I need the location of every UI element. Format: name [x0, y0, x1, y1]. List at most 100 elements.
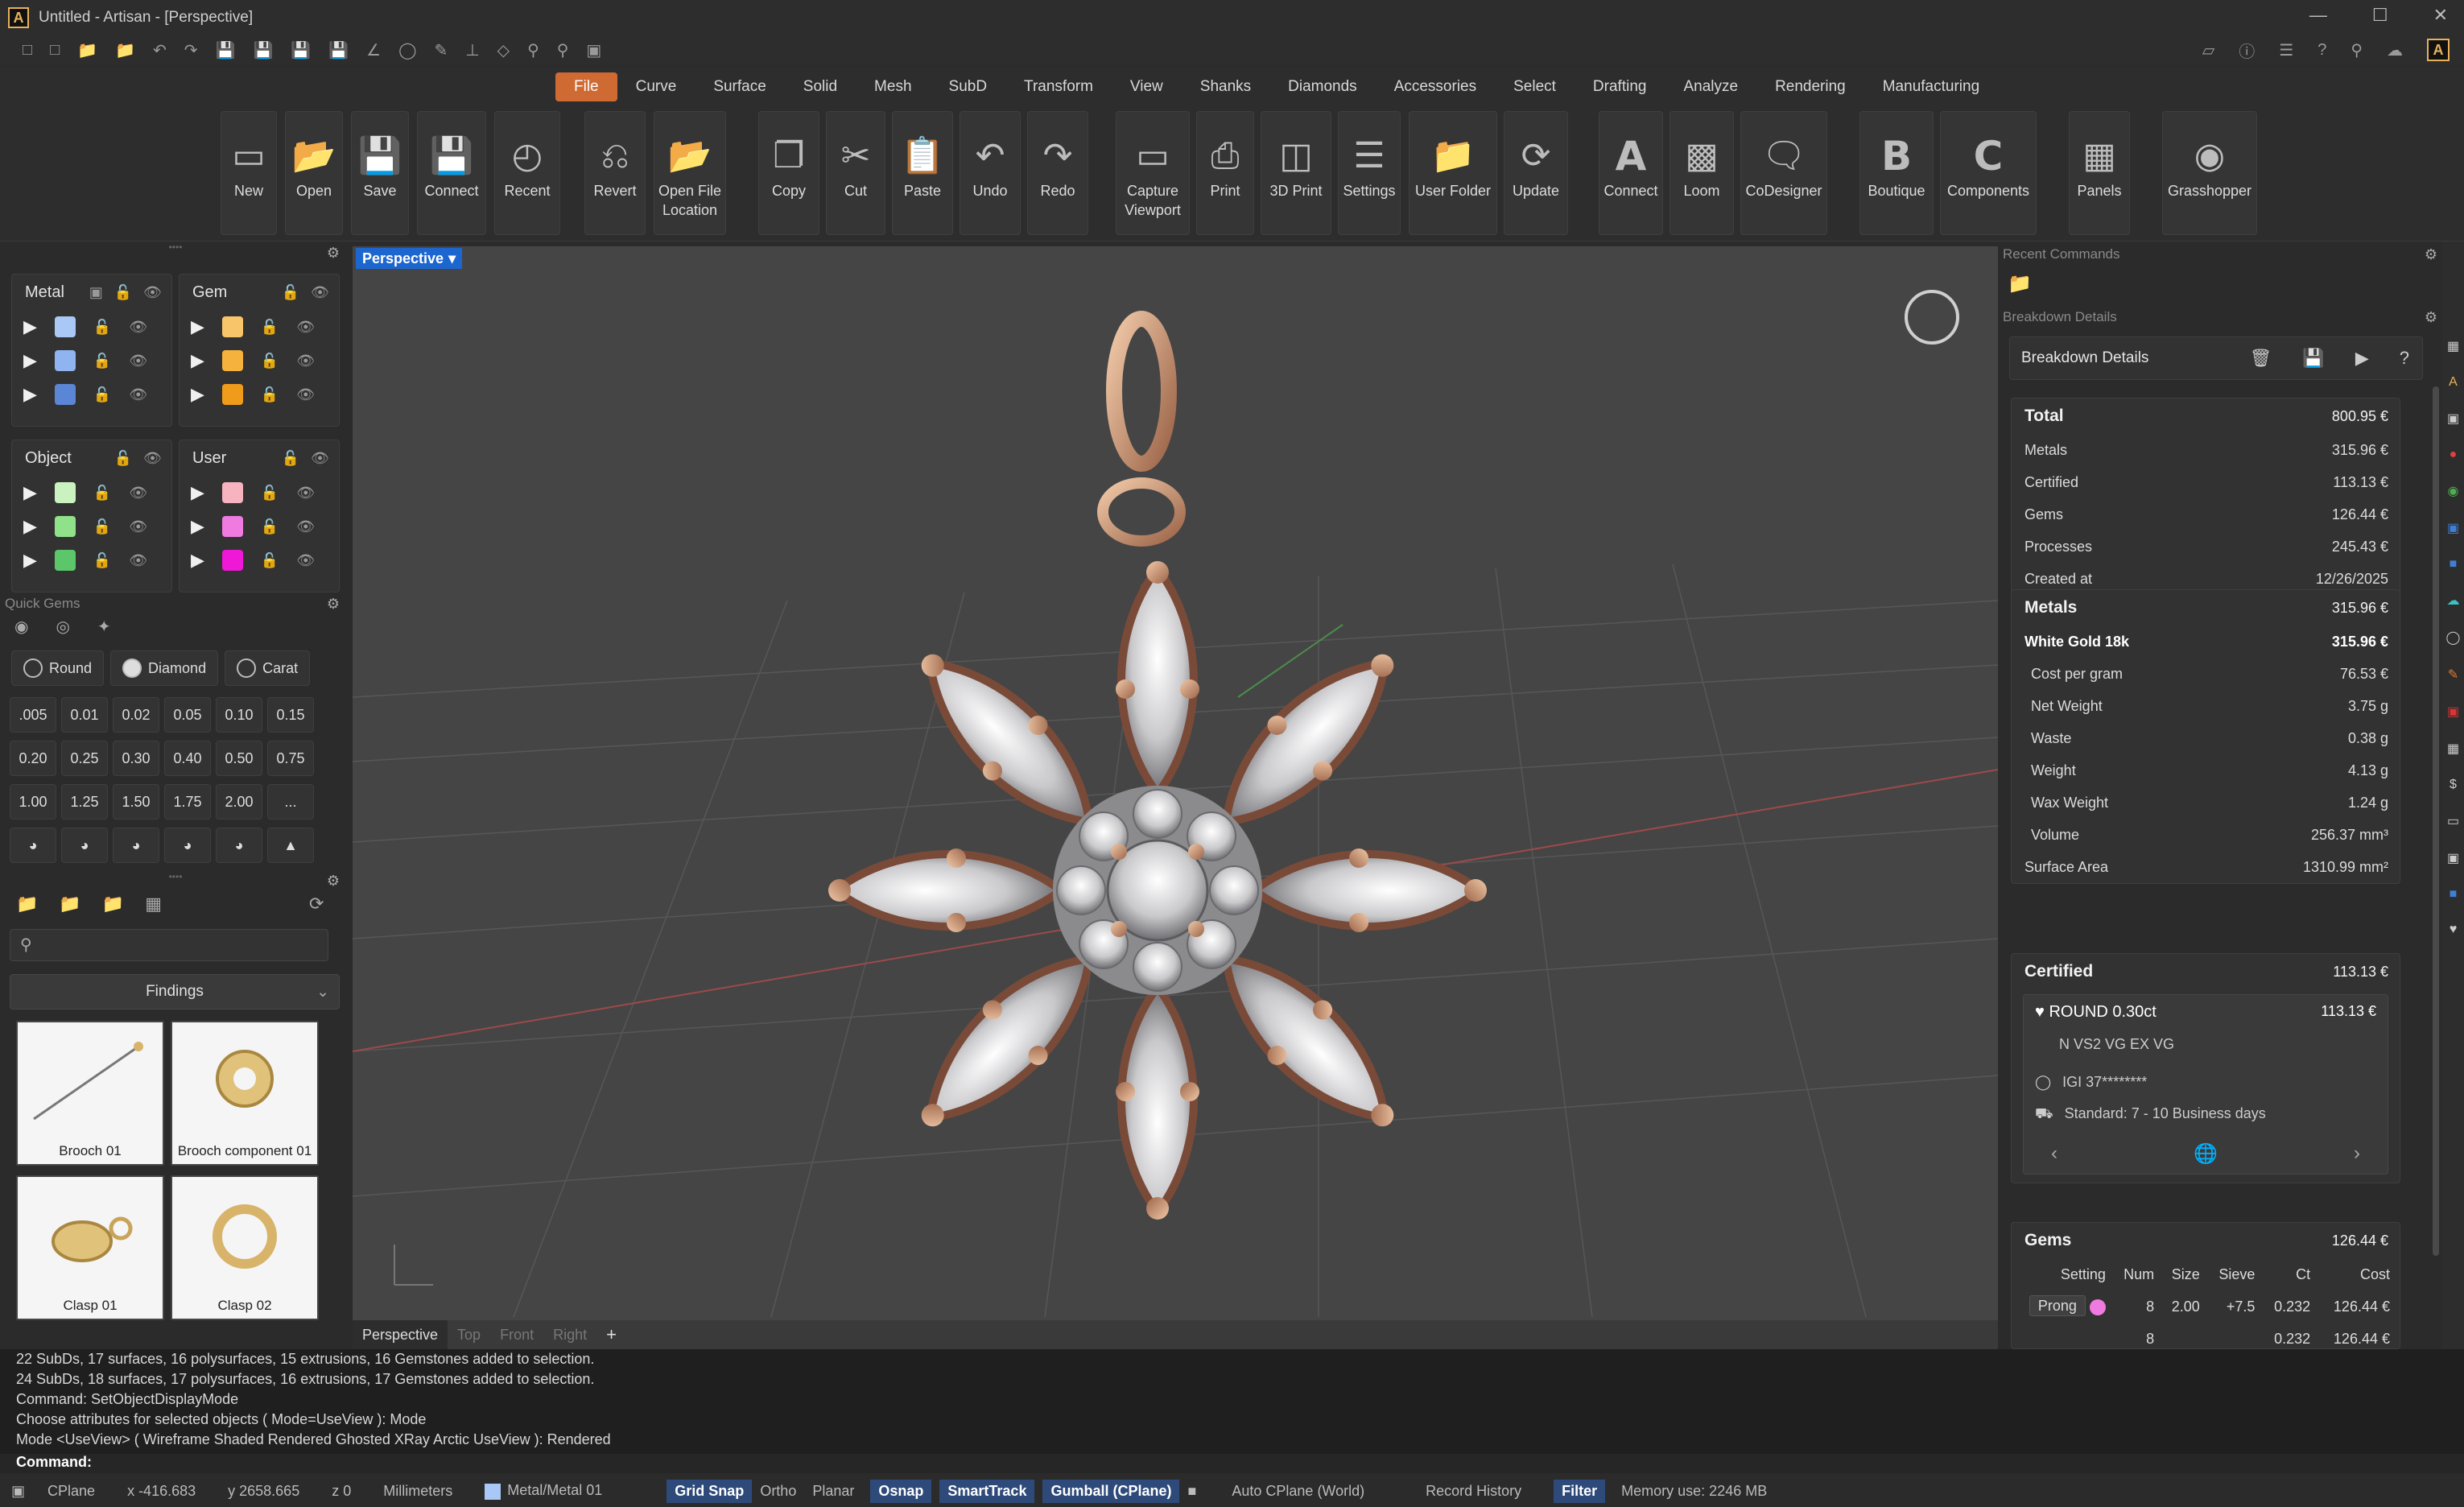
eye-icon[interactable]: 👁	[129, 386, 147, 403]
play-icon[interactable]: ▶	[23, 316, 37, 337]
tab-mesh[interactable]: Mesh	[856, 72, 930, 101]
lock-icon[interactable]: 🔓	[93, 485, 111, 502]
eye-icon[interactable]: 👁	[296, 485, 315, 502]
tab-perspective[interactable]: Perspective	[353, 1320, 448, 1349]
layer-row[interactable]: ▶ 🔓 👁	[180, 378, 339, 411]
layer-color-swatch[interactable]	[221, 316, 243, 337]
cube-icon[interactable]: ■	[2450, 557, 2458, 572]
update-button[interactable]: ⟳ Update	[1504, 111, 1568, 235]
library-item[interactable]: Clasp 02	[171, 1175, 319, 1320]
command-input[interactable]: Command:	[0, 1454, 2464, 1473]
codesigner-button[interactable]: 🗨 CoDesigner	[1740, 111, 1827, 235]
smarttrack-toggle[interactable]: SmartTrack	[939, 1479, 1035, 1503]
3d-scene[interactable]	[353, 246, 1998, 1320]
play-icon[interactable]: ▶	[23, 350, 37, 371]
layer-color-swatch[interactable]	[221, 550, 243, 571]
gem-cut-icon[interactable]: ◕	[216, 828, 262, 863]
layer-row[interactable]: ▶ 🔓 👁	[180, 543, 339, 577]
open-file-location-button[interactable]: 📂 Open File Location	[654, 111, 726, 235]
viewport-label[interactable]: Perspective ▾	[356, 248, 463, 269]
lock-icon[interactable]: 🔓	[282, 450, 299, 467]
open-button[interactable]: 📂 Open	[285, 111, 343, 235]
minimize-icon[interactable]: —	[2309, 5, 2327, 26]
recent-button[interactable]: ◴ Recent	[494, 111, 560, 235]
gem-size-button[interactable]: 0.40	[164, 741, 211, 776]
library-search-input[interactable]: ⚲	[10, 929, 328, 961]
gem-size-button[interactable]: 0.30	[113, 741, 159, 776]
refresh-icon[interactable]: ⟳	[309, 894, 324, 915]
gem-size-button[interactable]: 2.00	[216, 784, 262, 820]
gem-unit-selector[interactable]: Carat	[225, 650, 311, 686]
color-icon[interactable]: ▣	[2447, 704, 2459, 720]
artisan-account-icon[interactable]: A	[2427, 39, 2450, 61]
planar-toggle[interactable]: Planar	[812, 1483, 854, 1500]
eye-icon[interactable]: 👁	[311, 284, 329, 301]
eye-icon[interactable]: 👁	[129, 319, 147, 336]
gem-size-more-button[interactable]: ...	[267, 784, 314, 820]
layer-color-swatch[interactable]	[54, 316, 76, 337]
close-icon[interactable]: ✕	[2433, 5, 2448, 26]
user-folder-button[interactable]: 📁 User Folder	[1409, 111, 1497, 235]
gem-size-button[interactable]: 0.20	[10, 741, 56, 776]
play-icon[interactable]: ▶	[191, 350, 204, 371]
tab-analyze[interactable]: Analyze	[1665, 72, 1756, 101]
save-plus-icon[interactable]: 💾	[328, 40, 349, 60]
layer-row[interactable]: ▶ 🔓 👁	[12, 510, 171, 543]
layer-row[interactable]: ▶ 🔓 👁	[12, 543, 171, 577]
tab-diamonds[interactable]: Diamonds	[1269, 72, 1376, 101]
grid-snap-toggle[interactable]: Grid Snap	[667, 1479, 753, 1503]
boutique-button[interactable]: B Boutique	[1859, 111, 1934, 235]
gem-size-button[interactable]: 1.25	[61, 784, 108, 820]
redo-button[interactable]: ↷ Redo	[1027, 111, 1088, 235]
connect-save-button[interactable]: 💾 Connect	[417, 111, 486, 235]
key-icon[interactable]: ⚲	[2350, 40, 2363, 60]
globe-icon[interactable]: 🌐	[2194, 1142, 2218, 1166]
gem-tool-icon[interactable]: ✦	[97, 617, 111, 637]
cplane-label[interactable]: CPlane	[47, 1483, 95, 1500]
layer-color-swatch[interactable]	[54, 350, 76, 371]
gem-cut-icon[interactable]: ◕	[61, 828, 108, 863]
layer-color-swatch[interactable]	[221, 482, 243, 503]
layers-icon[interactable]: ☰	[2279, 40, 2293, 60]
block-icon[interactable]: ■	[2450, 887, 2458, 902]
layer-color-swatch[interactable]	[221, 516, 243, 537]
gem-size-button[interactable]: 0.01	[61, 697, 108, 733]
certified-gem-card[interactable]: ♥ ROUND 0.30ct 113.13 € N VS2 VG EX VG ◯ I…	[2023, 994, 2388, 1175]
osnap-toggle[interactable]: Osnap	[870, 1479, 932, 1503]
scrollbar[interactable]	[2433, 386, 2439, 1256]
units-label[interactable]: Millimeters	[383, 1483, 452, 1500]
chevron-right-icon[interactable]: ›	[2354, 1142, 2360, 1166]
tab-surface[interactable]: Surface	[695, 72, 784, 101]
components-button[interactable]: C Components	[1940, 111, 2037, 235]
tab-front[interactable]: Front	[490, 1327, 543, 1344]
lock-icon[interactable]: 🔓	[93, 353, 111, 370]
gem-shape-selector[interactable]: Round	[11, 650, 105, 686]
render-icon[interactable]: ◉	[2448, 483, 2459, 499]
layer-row[interactable]: ▶ 🔓 👁	[12, 344, 171, 378]
tab-curve[interactable]: Curve	[617, 72, 695, 101]
info-icon[interactable]: ⓘ	[2239, 39, 2255, 62]
play-icon[interactable]: ▶	[191, 384, 204, 405]
pen-icon[interactable]: ✎	[2448, 667, 2458, 683]
eye-icon[interactable]: 👁	[296, 518, 315, 535]
layer-row[interactable]: ▶ 🔓 👁	[12, 310, 171, 344]
tab-rendering[interactable]: Rendering	[1756, 72, 1864, 101]
tab-transform[interactable]: Transform	[1005, 72, 1112, 101]
gear-icon[interactable]: ⚙	[327, 873, 340, 890]
lock-icon[interactable]: 🔓	[261, 353, 279, 370]
save-all-icon[interactable]: 💾	[291, 40, 311, 60]
library-grid-icon[interactable]: ▦	[145, 894, 162, 915]
play-icon[interactable]: ▶	[191, 516, 204, 537]
layer-color-swatch[interactable]	[54, 516, 76, 537]
layer-row[interactable]: ▶ 🔓 👁	[12, 476, 171, 510]
tab-subd[interactable]: SubD	[931, 72, 1006, 101]
layer-color-swatch[interactable]	[54, 482, 76, 503]
layer-row[interactable]: ▶ 🔓 👁	[180, 344, 339, 378]
gem-tool-icon[interactable]: ◇	[497, 40, 510, 60]
gem-size-button[interactable]: 0.02	[113, 697, 159, 733]
layer-row[interactable]: ▶ 🔓 👁	[180, 476, 339, 510]
lock-icon[interactable]: 🔓	[261, 552, 279, 569]
gear-icon[interactable]: ⚙	[2425, 309, 2437, 326]
gem-size-button[interactable]: 1.50	[113, 784, 159, 820]
loom-button[interactable]: ▩ Loom	[1669, 111, 1734, 235]
